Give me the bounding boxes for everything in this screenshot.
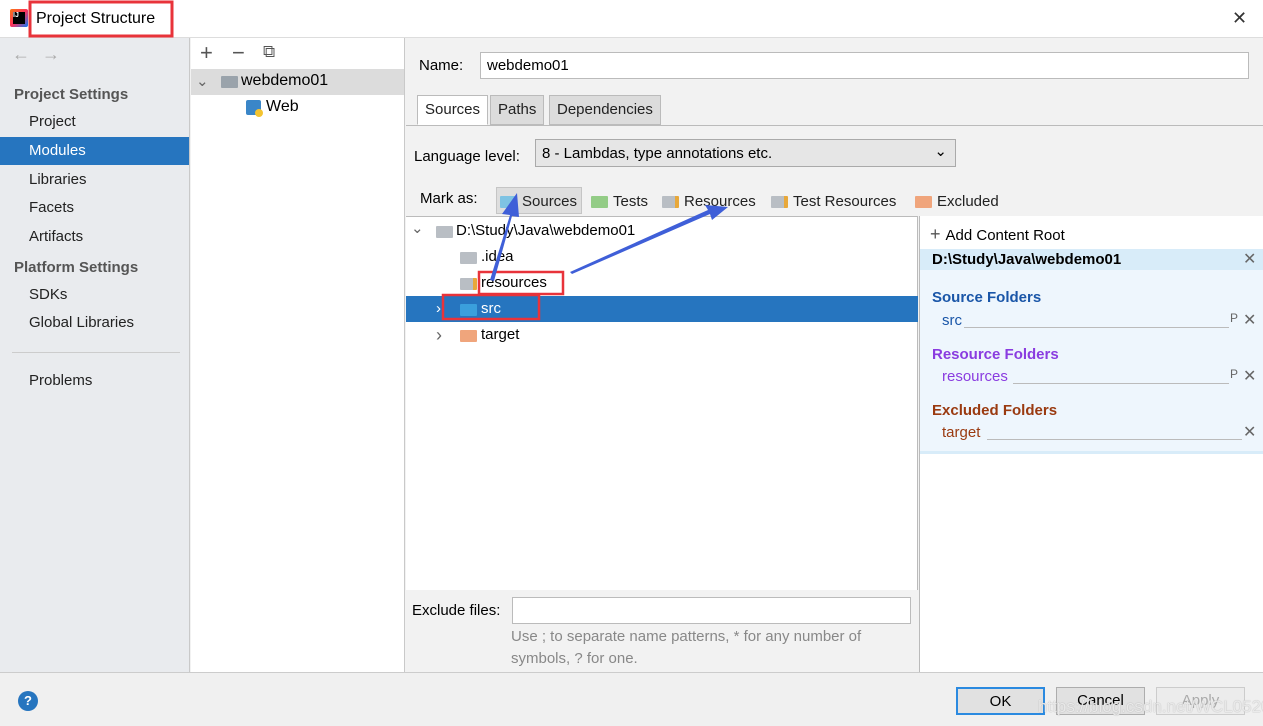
arrow-to-sources [490,193,519,281]
src-highlight-box [441,293,541,321]
arrow-to-resources [570,205,728,274]
annotation-overlay [28,0,728,321]
title-highlight-box [28,0,174,38]
